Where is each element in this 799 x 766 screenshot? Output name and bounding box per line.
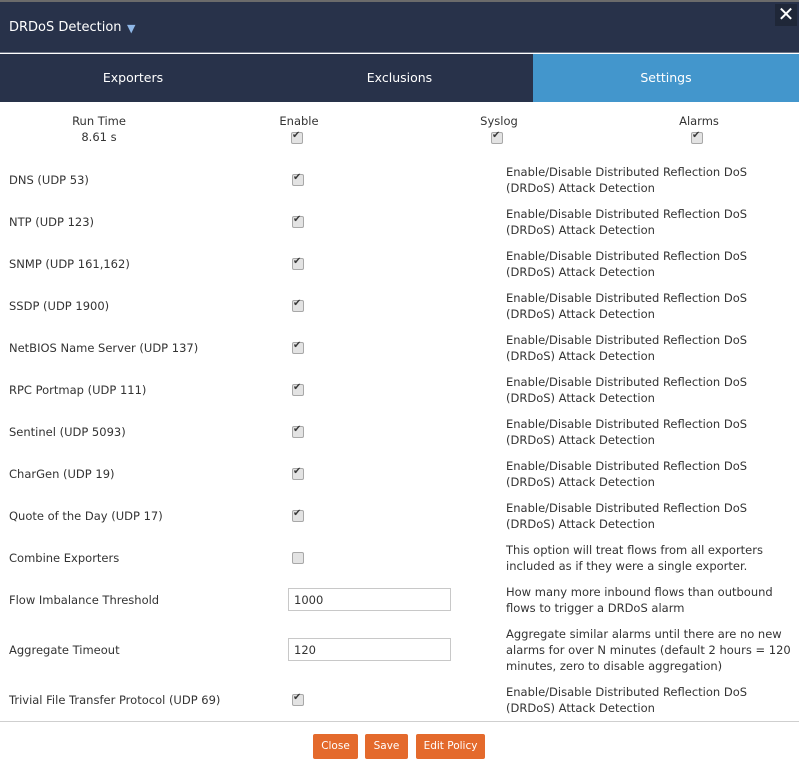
alarms-checkbox[interactable]: [691, 130, 703, 144]
setting-checkbox-sentinel-udp-5093[interactable]: [292, 424, 304, 438]
dialog-title: DRDoS Detection: [9, 20, 122, 35]
run-time-value: 8.61 s: [81, 130, 117, 144]
setting-label-flow-imbalance-threshold: Flow Imbalance Threshold: [9, 593, 160, 607]
setting-label-combine-exporters: Combine Exporters: [9, 551, 120, 565]
setting-input-flow-imbalance-threshold[interactable]: [288, 588, 451, 611]
tab-bar: Exporters Exclusions Settings: [0, 54, 799, 102]
syslog-label: Syslog: [480, 114, 518, 128]
dialog-header: DRDoS Detection ▼: [0, 2, 799, 53]
setting-description: Enable/Disable Distributed Reflection Do…: [506, 207, 748, 237]
enable-label: Enable: [279, 114, 319, 128]
tab-exclusions[interactable]: Exclusions: [266, 54, 533, 102]
tab-settings[interactable]: Settings: [533, 54, 799, 102]
setting-description: Enable/Disable Distributed Reflection Do…: [506, 459, 748, 489]
setting-checkbox-quote-of-the-day-udp-17[interactable]: [292, 508, 304, 522]
footer-divider: [0, 721, 799, 722]
setting-label-snmp-udp-161-162: SNMP (UDP 161,162): [9, 257, 130, 271]
setting-checkbox-ntp-udp-123[interactable]: [292, 214, 304, 228]
setting-checkbox-combine-exporters[interactable]: [292, 552, 304, 564]
setting-checkbox-trivial-file-transfer-protocol-udp-69[interactable]: [292, 692, 304, 706]
setting-label-quote-of-the-day-udp-17: Quote of the Day (UDP 17): [9, 509, 163, 523]
setting-label-netbios-name-server-udp-137: NetBIOS Name Server (UDP 137): [9, 341, 199, 355]
setting-description: Enable/Disable Distributed Reflection Do…: [506, 165, 748, 195]
setting-input-aggregate-timeout[interactable]: [288, 638, 451, 661]
alarms-label: Alarms: [679, 114, 719, 128]
setting-description: Enable/Disable Distributed Reflection Do…: [506, 375, 748, 405]
setting-description: Enable/Disable Distributed Reflection Do…: [506, 685, 748, 715]
run-time-label: Run Time: [72, 114, 126, 128]
syslog-checkbox[interactable]: [491, 130, 503, 144]
setting-checkbox-ssdp-udp-1900[interactable]: [292, 298, 304, 312]
setting-checkbox-netbios-name-server-udp-137[interactable]: [292, 340, 304, 354]
setting-label-aggregate-timeout: Aggregate Timeout: [9, 643, 120, 657]
close-button[interactable]: Close: [313, 734, 358, 759]
setting-description: This option will treat flows from all ex…: [506, 543, 763, 573]
setting-description: Aggregate similar alarms until there are…: [506, 627, 791, 673]
dropdown-caret-icon[interactable]: ▼: [127, 22, 135, 35]
setting-checkbox-snmp-udp-161-162[interactable]: [292, 256, 304, 270]
setting-description: Enable/Disable Distributed Reflection Do…: [506, 291, 748, 321]
close-icon[interactable]: ✕: [775, 4, 797, 26]
setting-label-trivial-file-transfer-protocol-udp-69: Trivial File Transfer Protocol (UDP 69): [9, 693, 221, 707]
setting-checkbox-dns-udp-53[interactable]: [292, 172, 304, 186]
setting-checkbox-chargen-udp-19[interactable]: [292, 466, 304, 480]
tab-exporters[interactable]: Exporters: [0, 54, 266, 102]
enable-checkbox[interactable]: [291, 130, 303, 144]
setting-description: How many more inbound flows than outboun…: [506, 585, 773, 615]
setting-description: Enable/Disable Distributed Reflection Do…: [506, 417, 748, 447]
setting-label-rpc-portmap-udp-111: RPC Portmap (UDP 111): [9, 383, 147, 397]
save-button[interactable]: Save: [365, 734, 408, 759]
setting-description: Enable/Disable Distributed Reflection Do…: [506, 333, 748, 363]
setting-description: Enable/Disable Distributed Reflection Do…: [506, 249, 748, 279]
setting-checkbox-rpc-portmap-udp-111[interactable]: [292, 382, 304, 396]
setting-description: Enable/Disable Distributed Reflection Do…: [506, 501, 748, 531]
setting-label-sentinel-udp-5093: Sentinel (UDP 5093): [9, 425, 126, 439]
setting-label-chargen-udp-19: CharGen (UDP 19): [9, 467, 115, 481]
setting-label-ssdp-udp-1900: SSDP (UDP 1900): [9, 299, 110, 313]
edit-policy-button[interactable]: Edit Policy: [416, 734, 485, 759]
setting-label-ntp-udp-123: NTP (UDP 123): [9, 215, 95, 229]
setting-label-dns-udp-53: DNS (UDP 53): [9, 173, 89, 187]
